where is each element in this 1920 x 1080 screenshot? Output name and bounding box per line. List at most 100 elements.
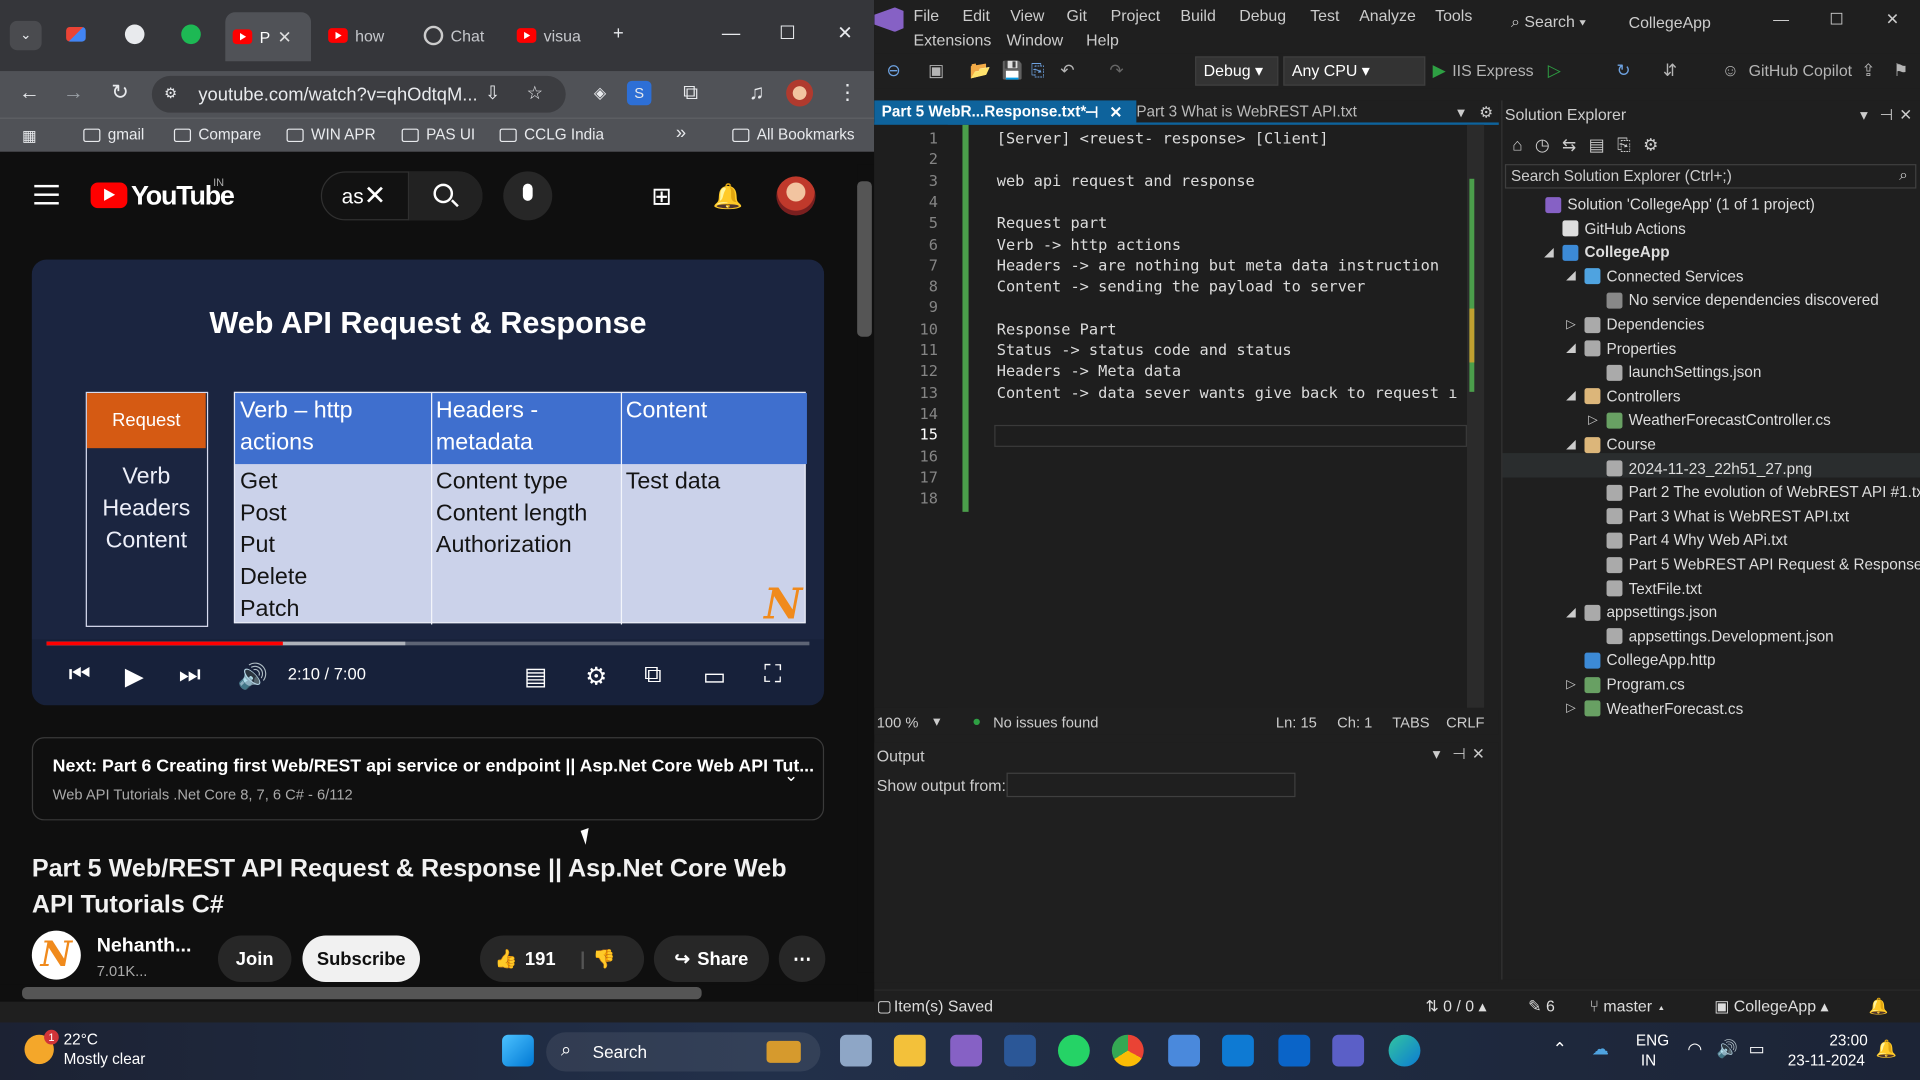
youtube-logo-icon[interactable]	[90, 182, 128, 209]
menu-build[interactable]: Build	[1180, 6, 1215, 24]
pin-icon[interactable]: ⊣	[1085, 103, 1098, 121]
task-view-icon[interactable]	[840, 1034, 872, 1067]
outlook-icon[interactable]	[1278, 1034, 1311, 1067]
tree-item[interactable]: ◢ Course	[1566, 436, 1656, 453]
tree-item[interactable]: ▷ WeatherForecast.cs	[1566, 700, 1743, 717]
bookmark-cclg-india[interactable]: CCLG India	[499, 126, 604, 143]
search-query[interactable]: as	[342, 185, 364, 209]
expand-arrow-icon[interactable]: ◢	[1566, 438, 1578, 451]
feedback-icon[interactable]: ⚑	[1893, 60, 1908, 81]
output-source-select[interactable]	[1006, 772, 1296, 798]
tree-item[interactable]: ▷ Dependencies	[1566, 316, 1704, 333]
extensions-puzzle-icon[interactable]: ⧉	[673, 76, 707, 110]
whatsapp-icon[interactable]	[1057, 1034, 1090, 1067]
tree-item[interactable]: Part 2 The evolution of WebREST API #1.t…	[1588, 484, 1920, 501]
clock-time[interactable]: 23:00	[1829, 1032, 1867, 1049]
extension-icon[interactable]: ◈	[583, 76, 617, 110]
forward-icon[interactable]: →	[56, 76, 90, 110]
menu-debug[interactable]: Debug	[1239, 6, 1286, 24]
voice-search-icon[interactable]	[503, 171, 553, 221]
start-without-debug-icon[interactable]: ▷	[1548, 60, 1561, 81]
bookmark-star-icon[interactable]: ☆	[527, 82, 543, 104]
solution-explorer-toolbar[interactable]: ⌂◷⇆▤⎘⚙	[1512, 135, 1670, 156]
clock-date[interactable]: 23-11-2024	[1788, 1052, 1865, 1069]
chrome-taskbar-icon[interactable]	[1111, 1034, 1144, 1067]
code-editor[interactable]: 1 2 3 4 5 6 7 8 9 10 11 12 13 14 15 16 17 18 [Server] <re…	[874, 124, 1485, 708]
next-icon[interactable]: ⏭	[179, 661, 201, 689]
show-hidden-icons[interactable]: ⌃	[1553, 1038, 1567, 1059]
s-extension-icon[interactable]: S	[626, 80, 652, 106]
step-icon[interactable]: ⇵	[1663, 60, 1677, 81]
code-line[interactable]: web api request and response	[997, 171, 1255, 189]
expand-arrow-icon[interactable]: ▷	[1566, 318, 1578, 331]
miniplayer-icon[interactable]: ⧉	[644, 661, 661, 689]
scrollbar-thumb[interactable]	[857, 181, 872, 337]
reload-icon[interactable]: ↻	[103, 76, 137, 110]
zoom-level[interactable]: 100 %	[877, 714, 919, 731]
github-copilot-button[interactable]: GitHub Copilot	[1749, 61, 1853, 79]
vs-minimize-button[interactable]: —	[1773, 10, 1789, 28]
notepad-icon[interactable]	[1168, 1034, 1201, 1067]
vs-search[interactable]: ⌕ Search ▾	[1511, 12, 1586, 32]
pending-edits[interactable]: ✎ 6	[1528, 997, 1555, 1017]
theater-mode-icon[interactable]: ▭	[703, 661, 726, 692]
tree-item[interactable]: No service dependencies discovered	[1588, 292, 1879, 309]
editor-scrollbar[interactable]	[1466, 124, 1485, 708]
menu-icon[interactable]: ⋮	[830, 76, 864, 110]
code-line[interactable]: Verb -> http actions	[997, 234, 1181, 252]
menu-project[interactable]: Project	[1111, 6, 1161, 24]
snipping-icon[interactable]	[893, 1034, 926, 1067]
windows-start-icon[interactable]	[502, 1034, 534, 1067]
video-progress-bar[interactable]	[46, 641, 810, 646]
settings-gear-icon[interactable]: ⚙	[585, 661, 607, 692]
clear-search-icon[interactable]: ✕	[364, 180, 387, 212]
horizontal-scrollbar[interactable]	[0, 984, 858, 1002]
expand-arrow-icon[interactable]: ▷	[1566, 702, 1578, 715]
notifications-icon[interactable]: 🔔	[1876, 1038, 1897, 1059]
maximize-button[interactable]: ☐	[769, 17, 806, 51]
refresh-icon[interactable]: ↻	[1616, 60, 1630, 81]
repo-selector[interactable]: ▣ CollegeApp ▴	[1714, 997, 1828, 1017]
new-tab-button[interactable]: +	[600, 17, 637, 51]
video-player[interactable]: Web API Request & Response Request Verb …	[31, 259, 825, 706]
expand-arrow-icon[interactable]: ◢	[1566, 270, 1578, 283]
all-bookmarks[interactable]: All Bookmarks	[732, 126, 855, 143]
expand-arrow-icon[interactable]: ◢	[1566, 606, 1578, 619]
expand-arrow-icon[interactable]: ▷	[1588, 414, 1600, 427]
menu-file[interactable]: File	[913, 6, 939, 24]
notifications-bell-icon[interactable]: 🔔	[713, 181, 743, 212]
bookmark-pas-ui[interactable]: PAS UI	[401, 126, 475, 143]
channel-avatar[interactable]: N	[31, 930, 81, 980]
chevron-down-icon[interactable]: ⌄	[784, 765, 798, 786]
next-title[interactable]: Part 6 Creating first Web/REST api servi…	[102, 757, 814, 777]
scrollbar-thumb[interactable]	[22, 986, 702, 1000]
vs-close-button[interactable]: ✕	[1886, 10, 1899, 30]
bookmark-compare[interactable]: Compare	[173, 126, 261, 143]
tab-chat[interactable]: Chat	[416, 16, 507, 55]
tab-part5-response[interactable]: Part 5 WebR...Response.txt* ⊣ ✕	[874, 100, 1137, 125]
tab-settings-icon[interactable]: ⚙	[1479, 103, 1493, 121]
search-button[interactable]	[407, 171, 483, 221]
visual-studio-taskbar-icon[interactable]	[950, 1034, 983, 1067]
expand-arrow-icon[interactable]: ◢	[1566, 390, 1578, 403]
menu-help[interactable]: Help	[1086, 31, 1119, 49]
fullscreen-icon[interactable]: ⛶	[764, 661, 781, 689]
line-ending[interactable]: CRLF	[1446, 714, 1484, 731]
play-icon[interactable]: ▶	[125, 661, 144, 692]
code-line[interactable]: Response Part	[997, 319, 1117, 337]
tree-item[interactable]: GitHub Actions	[1544, 220, 1686, 237]
create-video-icon[interactable]: ⊞	[651, 181, 672, 212]
tab-visua[interactable]: visua	[509, 16, 600, 55]
edge-icon[interactable]	[1388, 1034, 1421, 1067]
share-button[interactable]: ↪ Share	[653, 935, 769, 983]
tree-item[interactable]: TextFile.txt	[1588, 580, 1702, 597]
more-actions-icon[interactable]: ⋯	[778, 935, 826, 983]
apps-icon[interactable]: ▦	[22, 126, 36, 144]
tree-item[interactable]: Part 5 WebREST API Request & Response.tx…	[1588, 556, 1920, 573]
copilot-icon[interactable]: ☺	[1722, 60, 1740, 80]
menu-git[interactable]: Git	[1067, 6, 1087, 24]
menu-view[interactable]: View	[1010, 6, 1044, 24]
tree-item[interactable]: launchSettings.json	[1588, 364, 1761, 381]
tab-active[interactable]: P ✕	[225, 12, 312, 62]
run-target[interactable]: IIS Express	[1452, 61, 1533, 79]
